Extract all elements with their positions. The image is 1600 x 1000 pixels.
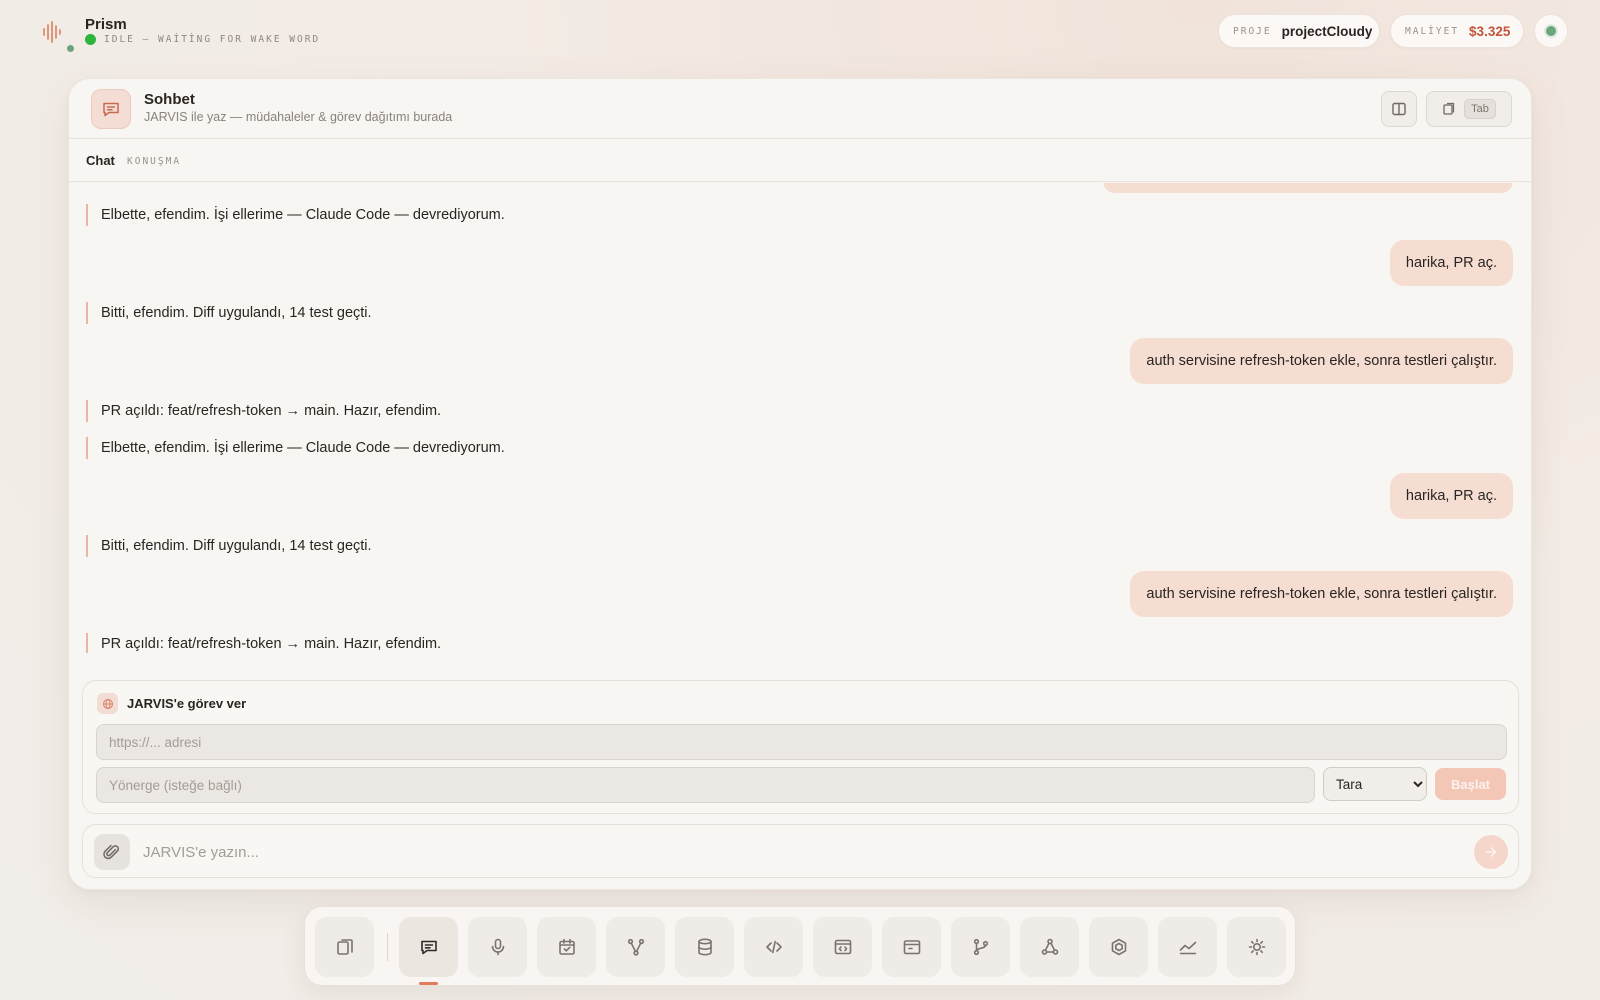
prism-logo [40, 18, 75, 53]
project-label: PROJE [1233, 25, 1272, 37]
instruction-input[interactable] [96, 767, 1315, 803]
dock-calendar[interactable] [537, 917, 596, 977]
settings-sun-icon [1248, 938, 1265, 956]
paperclip-icon [103, 844, 120, 860]
assistant-message: Elbette, efendim. İşi ellerime — Claude … [86, 204, 505, 226]
microphone-icon [491, 938, 504, 956]
bottom-dock [304, 906, 1296, 986]
subtab-bar: Chat KONUŞMA [69, 139, 1531, 182]
cost-indicator[interactable]: MALİYET $3.325 [1390, 14, 1524, 48]
code-icon [765, 940, 782, 954]
send-button[interactable] [1474, 835, 1508, 869]
git-branch-icon [973, 938, 988, 956]
app-name: Prism [85, 16, 127, 33]
dock-code[interactable] [744, 917, 803, 977]
attach-button[interactable] [94, 834, 130, 870]
database-icon [697, 938, 712, 956]
connection-dot [1546, 26, 1556, 36]
chat-bubble-icon [91, 89, 131, 129]
workflow-icon [627, 938, 644, 956]
project-value: projectCloudy [1281, 23, 1373, 39]
browser-code-icon [834, 939, 851, 955]
status-dot [85, 34, 96, 45]
globe-icon [97, 693, 118, 714]
dock-settings[interactable] [1227, 917, 1286, 977]
project-selector[interactable]: PROJE projectCloudy [1218, 14, 1380, 48]
package-icon [1111, 938, 1126, 956]
split-view-icon [1392, 102, 1406, 116]
cost-label: MALİYET [1405, 25, 1460, 37]
panel-header: Sohbet JARVIS ile yaz — müdahaleler & gö… [69, 79, 1531, 139]
task-dispatch-card: JARVIS'e görev ver Tara Başlat [82, 680, 1519, 814]
url-input[interactable] [96, 724, 1507, 760]
message-input[interactable] [143, 834, 1443, 870]
task-title: JARVIS'e görev ver [127, 696, 247, 711]
window-icon [903, 940, 920, 955]
top-bar: Prism IDLE — WAİTİNG FOR WAKE WORD PROJE… [0, 0, 1600, 64]
start-button[interactable]: Başlat [1435, 768, 1506, 800]
waveform-icon [43, 21, 61, 43]
popout-window-icon [1443, 102, 1455, 115]
dock-analytics[interactable] [1158, 917, 1217, 977]
panels-icon [336, 939, 353, 955]
assistant-message: Bitti, efendim. Diff uygulandı, 14 test … [86, 302, 372, 324]
assistant-message: Elbette, efendim. İşi ellerime — Claude … [86, 437, 505, 459]
status-text: IDLE — WAİTİNG FOR WAKE WORD [104, 34, 321, 45]
dock-chat[interactable] [399, 917, 458, 985]
dock-workflow[interactable] [606, 917, 665, 977]
tab-conversation-label: KONUŞMA [127, 156, 182, 167]
assistant-status: IDLE — WAİTİNG FOR WAKE WORD [85, 34, 320, 45]
user-message: auth servisine refresh-token ekle, sonra… [1130, 571, 1513, 617]
mode-select[interactable]: Tara [1323, 767, 1427, 801]
dock-package[interactable] [1089, 917, 1148, 977]
cost-value: $3.325 [1469, 23, 1511, 39]
user-message: harika, PR aç. [1389, 473, 1513, 519]
message-list[interactable]: Elbette, efendim. İşi ellerime — Claude … [69, 183, 1531, 653]
panel-subtitle: JARVIS ile yaz — müdahaleler & görev dağ… [144, 110, 453, 124]
connection-status-button[interactable] [1534, 14, 1568, 48]
split-view-button[interactable] [1381, 91, 1417, 127]
previous-user-message [1103, 183, 1513, 193]
dock-voice[interactable] [468, 917, 527, 977]
message-composer [82, 824, 1519, 878]
dock-browser[interactable] [813, 917, 872, 977]
online-indicator [66, 44, 75, 53]
network-icon [1041, 938, 1058, 955]
assistant-message: PR açıldı: feat/refresh-token → main. Ha… [86, 400, 441, 422]
dock-network[interactable] [1020, 917, 1079, 977]
chat-panel: Sohbet JARVIS ile yaz — müdahaleler & gö… [68, 78, 1532, 890]
dock-separator [387, 933, 388, 961]
user-message: harika, PR aç. [1389, 240, 1513, 286]
assistant-message: PR açıldı: feat/refresh-token → main. Ha… [86, 633, 441, 653]
assistant-message: Bitti, efendim. Diff uygulandı, 14 test … [86, 535, 372, 557]
dock-database[interactable] [675, 917, 734, 977]
user-message: auth servisine refresh-token ekle, sonra… [1130, 338, 1513, 384]
tab-chat[interactable]: Chat [86, 153, 115, 168]
chat-icon [420, 940, 437, 955]
arrow-right-icon [1485, 847, 1497, 857]
popout-tab-button[interactable]: Tab [1426, 91, 1512, 127]
chart-line-icon [1179, 941, 1196, 955]
dock-panels[interactable] [315, 917, 374, 977]
dock-git[interactable] [951, 917, 1010, 977]
tab-shortcut-key: Tab [1464, 99, 1496, 119]
dock-window[interactable] [882, 917, 941, 977]
calendar-check-icon [558, 938, 575, 955]
panel-title: Sohbet [144, 91, 195, 108]
